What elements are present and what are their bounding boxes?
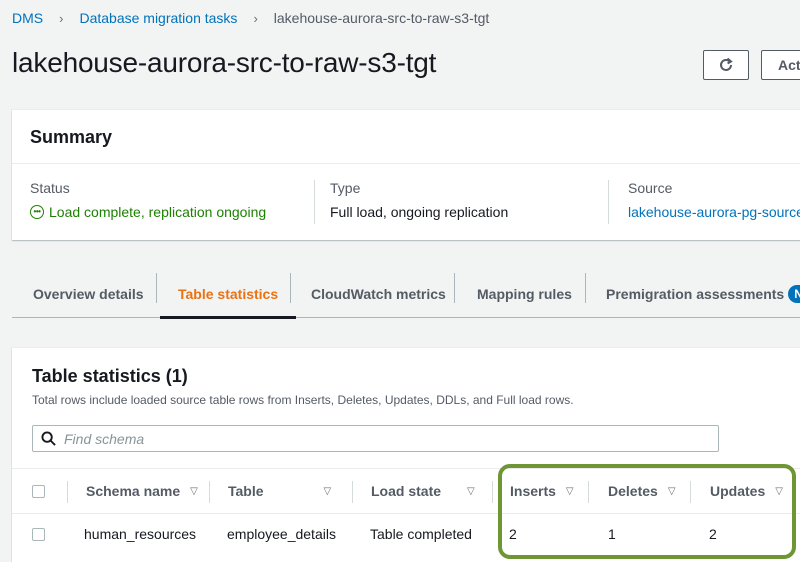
status-label: Status (30, 180, 70, 196)
column-divider (209, 481, 210, 503)
cell-inserts: 2 (509, 526, 517, 542)
tab-premigration-assessments[interactable]: Premigration assessments New (606, 271, 800, 317)
chevron-right-icon: › (59, 10, 64, 26)
column-divider (588, 481, 589, 503)
source-link[interactable]: lakehouse-aurora-pg-source (628, 204, 800, 220)
source-label: Source (628, 180, 673, 196)
tab-cloudwatch-metrics[interactable]: CloudWatch metrics (311, 271, 446, 317)
divider (314, 180, 315, 224)
type-value: Full load, ongoing replication (330, 204, 509, 220)
column-divider (67, 481, 68, 503)
column-label: Deletes (608, 483, 658, 499)
summary-heading: Summary (12, 110, 800, 164)
sort-caret-icon: ▽ (667, 485, 676, 497)
tab-overview-details[interactable]: Overview details (33, 271, 144, 317)
refresh-icon (720, 57, 733, 71)
tab-divider (290, 273, 291, 303)
table-statistics-description: Total rows include loaded source table r… (32, 393, 574, 407)
cell-updates: 2 (709, 526, 717, 542)
sort-caret-icon: ▽ (190, 485, 198, 497)
cell-table: employee_details (227, 526, 336, 542)
tab-premigration-label: Premigration assessments (606, 286, 785, 302)
table-header: Schema name ▽ Table ▽ Load state ▽ Inserts ▽… (12, 468, 800, 514)
breadcrumb: DMS › Database migration tasks › lakehou… (12, 10, 489, 26)
table-statistics-panel: Table statistics (1) Total rows include … (12, 348, 800, 562)
column-load-state[interactable]: Load state ▽ (371, 469, 475, 513)
search-icon (41, 431, 56, 446)
actions-button[interactable]: Act (761, 50, 800, 80)
column-divider (690, 481, 691, 503)
refresh-button[interactable] (703, 50, 749, 80)
tab-table-statistics[interactable]: Table statistics (159, 271, 297, 319)
table-row: human_resources employee_details Table c… (12, 515, 800, 553)
type-label: Type (330, 180, 361, 196)
row-checkbox[interactable] (32, 527, 45, 541)
page-title: lakehouse-aurora-src-to-raw-s3-tgt (12, 47, 437, 78)
column-updates[interactable]: Updates ▽ (710, 469, 783, 513)
status-value: Load complete, replication ongoing (49, 204, 267, 220)
column-label: Updates (710, 483, 766, 499)
status-in-progress-icon: ••• (30, 205, 44, 219)
tab-divider (585, 273, 586, 303)
cell-load-state: Table completed (370, 526, 472, 542)
summary-status: Status ••• Load complete, replication on… (30, 180, 266, 220)
tab-bar: Overview details Table statistics CloudW… (12, 271, 800, 319)
column-label: Schema name (86, 483, 181, 499)
sort-caret-icon: ▽ (467, 485, 475, 497)
table-statistics-title: Table statistics (1) (32, 366, 188, 386)
sort-caret-icon: ▽ (775, 485, 783, 497)
column-label: Table (228, 483, 264, 499)
column-divider (352, 481, 353, 503)
column-label: Inserts (510, 483, 556, 499)
breadcrumb-migration-tasks[interactable]: Database migration tasks (79, 10, 237, 26)
select-all-checkbox[interactable] (32, 484, 45, 498)
search-schema-field[interactable] (32, 425, 719, 452)
cell-schema-name: human_resources (84, 526, 197, 542)
column-inserts[interactable]: Inserts ▽ (510, 469, 574, 513)
breadcrumb-current: lakehouse-aurora-src-to-raw-s3-tgt (273, 10, 490, 26)
divider (608, 180, 609, 224)
summary-panel: Summary Status ••• Load complete, replic… (12, 110, 800, 240)
summary-type: Type Full load, ongoing replication (330, 180, 508, 220)
cell-deletes: 1 (608, 526, 616, 542)
tab-mapping-rules[interactable]: Mapping rules (477, 271, 572, 317)
column-table[interactable]: Table ▽ (228, 469, 331, 513)
chevron-right-icon: › (253, 10, 258, 26)
column-label: Load state (371, 483, 442, 499)
column-schema-name[interactable]: Schema name ▽ (86, 469, 198, 513)
breadcrumb-dms[interactable]: DMS (12, 10, 43, 26)
tab-divider (454, 273, 455, 303)
column-divider (492, 481, 493, 503)
sort-caret-icon: ▽ (323, 485, 332, 497)
search-schema-input[interactable] (64, 430, 664, 447)
sort-caret-icon: ▽ (565, 485, 574, 497)
column-deletes[interactable]: Deletes ▽ (608, 469, 676, 513)
tab-divider (156, 273, 157, 303)
new-badge: New (788, 285, 800, 303)
summary-source: Source lakehouse-aurora-pg-source (628, 180, 800, 220)
